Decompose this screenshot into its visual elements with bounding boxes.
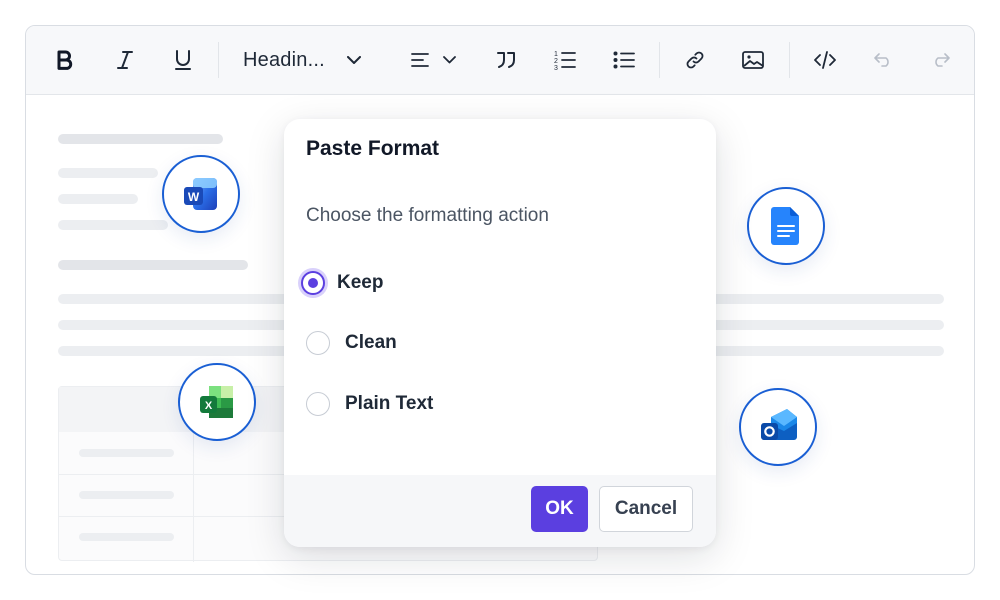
excel-badge: X	[178, 363, 256, 441]
image-button[interactable]	[738, 43, 768, 77]
word-icon: W	[184, 178, 217, 210]
chevron-down-icon	[346, 55, 361, 64]
docs-icon	[771, 207, 799, 245]
word-badge: W	[162, 155, 240, 233]
ordered-list-icon: 1 2 3	[554, 51, 576, 71]
toolbar-separator	[789, 42, 790, 78]
bullet-list-button[interactable]	[609, 43, 639, 77]
redo-button[interactable]	[926, 43, 956, 77]
paste-format-dialog: Paste Format Choose the formatting actio…	[284, 119, 716, 547]
heading-dropdown[interactable]: Headin...	[243, 43, 369, 77]
radio-clean[interactable]	[306, 331, 330, 355]
option-plain-text-label: Plain Text	[345, 393, 434, 414]
bullet-list-icon	[613, 51, 635, 69]
outlook-badge	[739, 388, 817, 466]
undo-icon	[874, 53, 889, 67]
skeleton-cell	[79, 533, 174, 541]
underline-icon	[175, 50, 191, 70]
heading-dropdown-label: Headin...	[243, 48, 325, 71]
bold-icon	[57, 50, 73, 70]
svg-text:3: 3	[554, 65, 558, 71]
undo-button[interactable]	[868, 43, 898, 77]
toolbar-separator	[659, 42, 660, 78]
option-plain-text[interactable]: Plain Text	[306, 387, 433, 421]
skeleton-cell	[79, 491, 174, 499]
cancel-button[interactable]: Cancel	[599, 486, 693, 532]
dialog-footer: OK Cancel	[284, 475, 716, 547]
image-icon	[742, 51, 764, 69]
radio-plain-text[interactable]	[306, 392, 330, 416]
svg-text:W: W	[188, 190, 200, 204]
toolbar-separator	[218, 42, 219, 78]
skeleton-line	[58, 260, 248, 270]
italic-icon	[117, 51, 133, 69]
underline-button[interactable]	[168, 43, 198, 77]
dialog-title: Paste Format	[306, 137, 440, 160]
ordered-list-button[interactable]: 1 2 3	[550, 43, 580, 77]
option-clean[interactable]: Clean	[306, 326, 397, 360]
outlook-icon	[761, 409, 797, 440]
google-docs-badge	[747, 187, 825, 265]
skeleton-line	[58, 168, 158, 178]
redo-icon	[935, 53, 950, 67]
italic-button[interactable]	[110, 43, 140, 77]
align-dropdown[interactable]	[407, 43, 459, 77]
code-button[interactable]	[810, 43, 840, 77]
dialog-subtitle: Choose the formatting action	[306, 205, 549, 226]
svg-text:2: 2	[554, 58, 558, 65]
svg-text:X: X	[205, 400, 213, 412]
skeleton-cell	[79, 449, 174, 457]
skeleton-line	[58, 134, 223, 144]
blockquote-button[interactable]	[492, 43, 522, 77]
bold-button[interactable]	[50, 43, 80, 77]
align-icon	[410, 53, 429, 67]
editor-toolbar: Headin... 1 2 3	[26, 26, 974, 95]
skeleton-divider	[193, 432, 194, 562]
ok-button[interactable]: OK	[531, 486, 588, 532]
svg-text:1: 1	[554, 51, 558, 58]
skeleton-line	[58, 194, 138, 204]
link-icon	[686, 51, 704, 69]
chevron-down-icon	[442, 56, 456, 64]
code-icon	[814, 51, 836, 69]
option-keep-label: Keep	[337, 272, 384, 293]
option-clean-label: Clean	[345, 332, 397, 353]
quote-icon	[497, 52, 515, 68]
excel-icon: X	[200, 386, 233, 418]
link-button[interactable]	[680, 43, 710, 77]
option-keep[interactable]: Keep	[301, 266, 383, 300]
radio-keep[interactable]	[301, 271, 325, 295]
skeleton-line	[58, 220, 168, 230]
radio-selected-dot	[308, 278, 318, 288]
